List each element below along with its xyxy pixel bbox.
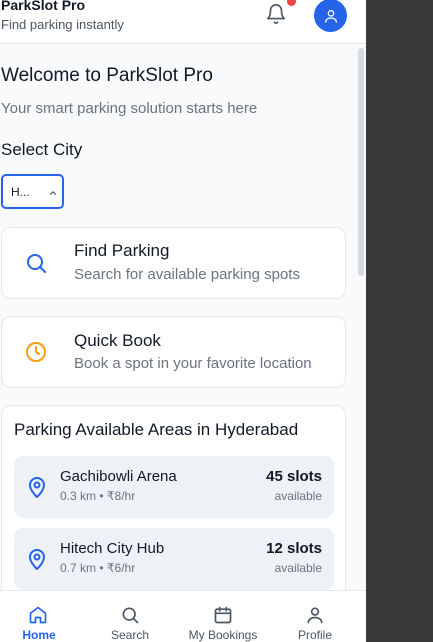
welcome-subtitle: Your smart parking solution starts here xyxy=(1,100,258,117)
area-detail: 0.7 km • ₹6/hr xyxy=(60,561,136,575)
area-name: Gachibowli Arena xyxy=(60,468,177,485)
nav-label-home: Home xyxy=(22,628,56,642)
area-status: available xyxy=(274,561,322,575)
search-icon xyxy=(27,254,46,273)
bell-icon[interactable] xyxy=(265,3,287,25)
area-detail: 0.3 km • ₹8/hr xyxy=(60,489,136,503)
app-screen: ParkSlot Pro Find parking instantly Welc… xyxy=(0,0,366,642)
user-icon xyxy=(324,9,337,23)
area-item-gachibowli[interactable]: Gachibowli Arena 0.3 km • ₹8/hr 45 slots… xyxy=(14,456,334,518)
search-icon xyxy=(122,607,139,624)
map-pin-icon xyxy=(29,477,45,498)
nav-label-my-bookings: My Bookings xyxy=(188,628,258,642)
app-title: ParkSlot Pro xyxy=(1,0,86,13)
map-pin-icon xyxy=(29,549,45,570)
top-bar: ParkSlot Pro Find parking instantly xyxy=(0,0,366,44)
city-select[interactable]: H... xyxy=(1,174,64,209)
areas-title: Parking Available Areas in Hyderabad xyxy=(14,420,299,439)
chevron-up-icon xyxy=(49,191,57,195)
area-slots: 45 slots xyxy=(266,468,322,485)
find-parking-subtitle: Search for available parking spots xyxy=(74,266,300,283)
city-select-value: H... xyxy=(11,185,30,199)
find-parking-title: Find Parking xyxy=(74,241,170,260)
nav-item-my-bookings[interactable]: My Bookings xyxy=(177,591,269,642)
nav-item-search[interactable]: Search xyxy=(85,591,177,642)
scrollbar[interactable] xyxy=(358,48,364,276)
notification-dot xyxy=(287,0,296,6)
app-subtitle: Find parking instantly xyxy=(1,17,124,32)
calendar-icon xyxy=(214,606,232,624)
home-icon xyxy=(29,606,47,624)
nav-item-home[interactable]: Home xyxy=(0,591,92,642)
user-icon xyxy=(307,607,323,624)
area-item-hitech-city[interactable]: Hitech City Hub 0.7 km • ₹6/hr 12 slots … xyxy=(14,528,334,590)
bottom-nav: Home Search My Bookings Profile xyxy=(0,590,366,642)
quick-book-card[interactable]: Quick Book Book a spot in your favorite … xyxy=(1,316,346,388)
area-status: available xyxy=(274,489,322,503)
area-slots: 12 slots xyxy=(266,540,322,557)
avatar-button[interactable] xyxy=(314,0,347,32)
available-areas-panel: Parking Available Areas in Hyderabad Gac… xyxy=(1,405,346,590)
main-content: Welcome to ParkSlot Pro Your smart parki… xyxy=(0,44,366,590)
clock-icon xyxy=(26,342,46,362)
welcome-title: Welcome to ParkSlot Pro xyxy=(1,65,213,86)
city-label: Select City xyxy=(1,140,83,159)
nav-item-profile[interactable]: Profile xyxy=(269,591,361,642)
area-name: Hitech City Hub xyxy=(60,540,165,557)
find-parking-card[interactable]: Find Parking Search for available parkin… xyxy=(1,227,346,299)
quick-book-subtitle: Book a spot in your favorite location xyxy=(74,355,312,372)
nav-label-profile: Profile xyxy=(297,628,332,642)
quick-book-title: Quick Book xyxy=(74,331,161,350)
nav-label-search: Search xyxy=(110,628,150,642)
